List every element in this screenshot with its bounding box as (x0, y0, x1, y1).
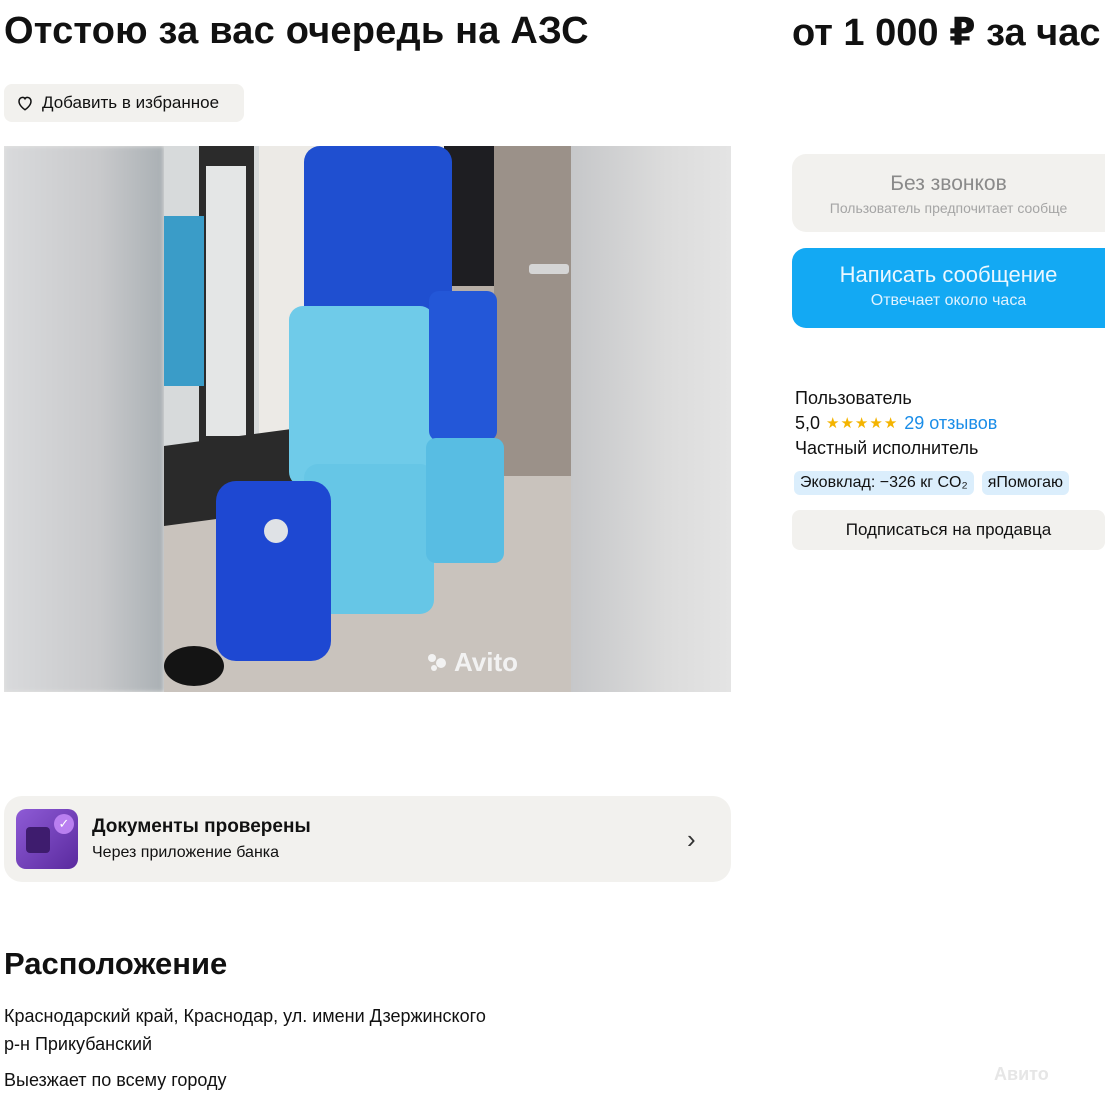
heart-icon (16, 94, 34, 112)
footer-watermark: Авито (994, 1064, 1049, 1084)
photo-blur-right (571, 146, 731, 692)
rating-value: 5,0 (795, 413, 821, 433)
no-calls-card: Без звонков Пользователь предпочитает со… (792, 154, 1105, 232)
chevron-right-icon: › (687, 823, 696, 854)
eco-badge[interactable]: Эковклад: −326 кг CO₂ (794, 471, 974, 495)
photo-scene: Avito (164, 146, 572, 692)
write-message-button[interactable]: Написать сообщение Отвечает около часа (792, 248, 1105, 328)
document-icon: ✓ (16, 809, 78, 869)
subscribe-seller-button[interactable]: Подписаться на продавца (792, 510, 1105, 550)
documents-subtitle: Через приложение банка (92, 844, 280, 861)
check-icon: ✓ (54, 814, 74, 834)
page-title: Отстою за вас очередь на АЗС (4, 10, 589, 52)
location-address: Краснодарский край, Краснодар, ул. имени… (4, 1006, 486, 1026)
no-calls-subtitle: Пользователь предпочитает сообще (829, 200, 1068, 216)
seller-badges: Эковклад: −326 кг CO₂ яПомогаю (794, 471, 1070, 495)
seller-info: Пользователь 5,0 ★★★★★ 29 отзывов Частны… (795, 386, 997, 461)
rating-stars-icon: ★★★★★ (826, 415, 899, 432)
documents-verified-card[interactable]: ✓ Документы проверены Через приложение б… (4, 796, 731, 882)
listing-photo[interactable]: Avito (4, 146, 731, 692)
location-heading: Расположение (4, 946, 228, 981)
photo-watermark: Avito (454, 647, 518, 677)
response-time: Отвечает около часа (870, 292, 1027, 309)
location-district: р-н Прикубанский (4, 1034, 153, 1054)
photo-blur-left (4, 146, 164, 692)
seller-type: Частный исполнитель (795, 438, 979, 458)
seller-rating: 5,0 ★★★★★ 29 отзывов (795, 411, 997, 436)
price: от 1 000 ₽ за час (792, 12, 1101, 54)
no-calls-title: Без звонков (890, 172, 1007, 195)
add-to-favorites-button[interactable]: Добавить в избранное (4, 84, 244, 122)
location-note: Выезжает по всему городу (4, 1070, 227, 1090)
reviews-link[interactable]: 29 отзывов (904, 411, 997, 436)
help-badge[interactable]: яПомогаю (981, 471, 1070, 495)
add-to-favorites-label: Добавить в избранное (42, 93, 220, 112)
documents-title: Документы проверены (92, 816, 311, 837)
seller-name[interactable]: Пользователь (795, 386, 997, 411)
write-message-label: Написать сообщение (839, 262, 1058, 287)
seal-icon (26, 827, 50, 853)
